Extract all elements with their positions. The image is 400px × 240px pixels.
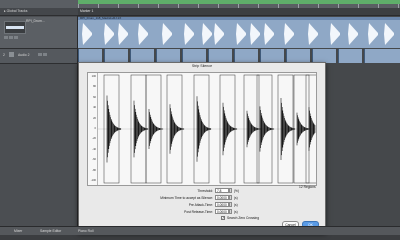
- regions-count: 12 Regions: [299, 185, 316, 189]
- y-axis-label: 100: [91, 75, 96, 78]
- y-axis-label: -20: [92, 137, 96, 141]
- piano-roll-tab[interactable]: Piano Roll: [78, 228, 93, 234]
- mute-button[interactable]: [38, 53, 42, 56]
- search-zero-crossing-label[interactable]: Search Zero Crossing: [227, 216, 259, 220]
- dialog-title: Strip Silence: [191, 64, 213, 68]
- region-name: RPI_Drum_118_Madrid+RJ.1X: [80, 16, 122, 20]
- sample-editor-tab[interactable]: Sample Editor: [40, 228, 61, 234]
- threshold-row: Threshold: 7.8 (%): [133, 188, 253, 194]
- speaker-icon: [9, 52, 14, 57]
- split-region[interactable]: [182, 49, 206, 63]
- split-region[interactable]: [364, 49, 400, 63]
- audio-region[interactable]: RPI_Drum_118_Madrid+RJ.1X: [78, 17, 400, 48]
- y-axis-label: -100: [90, 179, 96, 182]
- pre-attack-stepper[interactable]: [229, 202, 232, 207]
- y-axis-label: -80: [92, 168, 96, 172]
- strip-silence-dialog: Strip Silence 100 80 60 40 20 0 -20 -40 -60 -80 -1…: [78, 62, 326, 232]
- split-region[interactable]: [312, 49, 336, 63]
- track-number: 2: [3, 53, 5, 57]
- split-region[interactable]: [78, 49, 102, 63]
- min-time-row: Minimum Time to accept as Silence: 0.000…: [133, 195, 253, 201]
- split-region[interactable]: [286, 49, 310, 63]
- track-2-name: Audio 2: [18, 53, 30, 57]
- y-axis-label: 40: [93, 106, 96, 110]
- threshold-stepper[interactable]: [229, 188, 232, 193]
- solo-button[interactable]: [9, 36, 13, 39]
- pre-attack-field[interactable]: 0.0000: [215, 202, 229, 207]
- search-zero-crossing-checkbox[interactable]: ✓: [221, 216, 225, 220]
- global-tracks-header[interactable]: ▸ Global Tracks: [0, 8, 81, 16]
- post-release-stepper[interactable]: [229, 209, 232, 214]
- waveform-plot: [97, 73, 316, 185]
- min-time-stepper[interactable]: [229, 195, 232, 200]
- marker-label[interactable]: Marker 1: [80, 9, 93, 13]
- waveform-panel: 100 80 60 40 20 0 -20 -40 -60 -80 -100: [87, 72, 317, 186]
- mute-button[interactable]: [4, 36, 8, 39]
- pre-attack-label: Pre Attack-Time:: [188, 203, 213, 207]
- y-axis-label: -60: [92, 158, 96, 162]
- split-region[interactable]: [208, 49, 232, 63]
- y-axis-label: 20: [93, 116, 96, 120]
- y-axis-label: 0: [94, 127, 96, 130]
- track-thumbnail: [4, 21, 26, 34]
- min-time-unit: (s): [234, 196, 238, 200]
- y-axis-label: 60: [93, 95, 96, 99]
- threshold-unit: (%): [234, 189, 239, 193]
- search-zero-crossing-row[interactable]: ✓ Search Zero Crossing: [221, 216, 281, 222]
- split-region[interactable]: [260, 49, 284, 63]
- post-release-unit: (s): [234, 210, 238, 214]
- split-region[interactable]: [338, 49, 362, 63]
- global-tracks-label: Global Tracks: [6, 9, 28, 13]
- threshold-field[interactable]: 7.8: [215, 188, 229, 193]
- post-release-field[interactable]: 0.0000: [215, 209, 229, 214]
- region-waveform: [82, 23, 394, 45]
- track-header-2[interactable]: 2 Audio 2: [0, 49, 77, 64]
- post-release-label: Post Release-Time:: [184, 210, 213, 214]
- pre-attack-unit: (s): [234, 203, 238, 207]
- split-region[interactable]: [234, 49, 258, 63]
- min-time-label: Minimum Time to accept as Silence:: [160, 196, 213, 200]
- pre-attack-row: Pre Attack-Time: 0.0000 (s): [133, 202, 253, 208]
- solo-button[interactable]: [43, 53, 47, 56]
- bottom-toolbar: Mixer Sample Editor Piano Roll: [0, 226, 400, 235]
- split-region[interactable]: [130, 49, 154, 63]
- post-release-row: Post Release-Time: 0.0000 (s): [133, 209, 253, 215]
- y-axis-label: -40: [92, 147, 96, 151]
- mixer-tab[interactable]: Mixer: [14, 228, 22, 234]
- record-button[interactable]: [14, 36, 18, 39]
- track-list: ▸ Global Tracks RPI_Drum... 2 Audio 2: [0, 8, 81, 234]
- marker-lane[interactable]: Marker 1: [78, 8, 400, 16]
- track-1-name: RPI_Drum...: [26, 19, 45, 23]
- split-region[interactable]: [104, 49, 128, 63]
- y-axis-label: 80: [93, 85, 96, 89]
- split-region[interactable]: [156, 49, 180, 63]
- track-header-1[interactable]: RPI_Drum...: [0, 17, 77, 49]
- split-regions-lane[interactable]: [78, 49, 400, 63]
- min-time-field[interactable]: 0.0000: [215, 195, 229, 200]
- threshold-label: Threshold:: [197, 189, 213, 193]
